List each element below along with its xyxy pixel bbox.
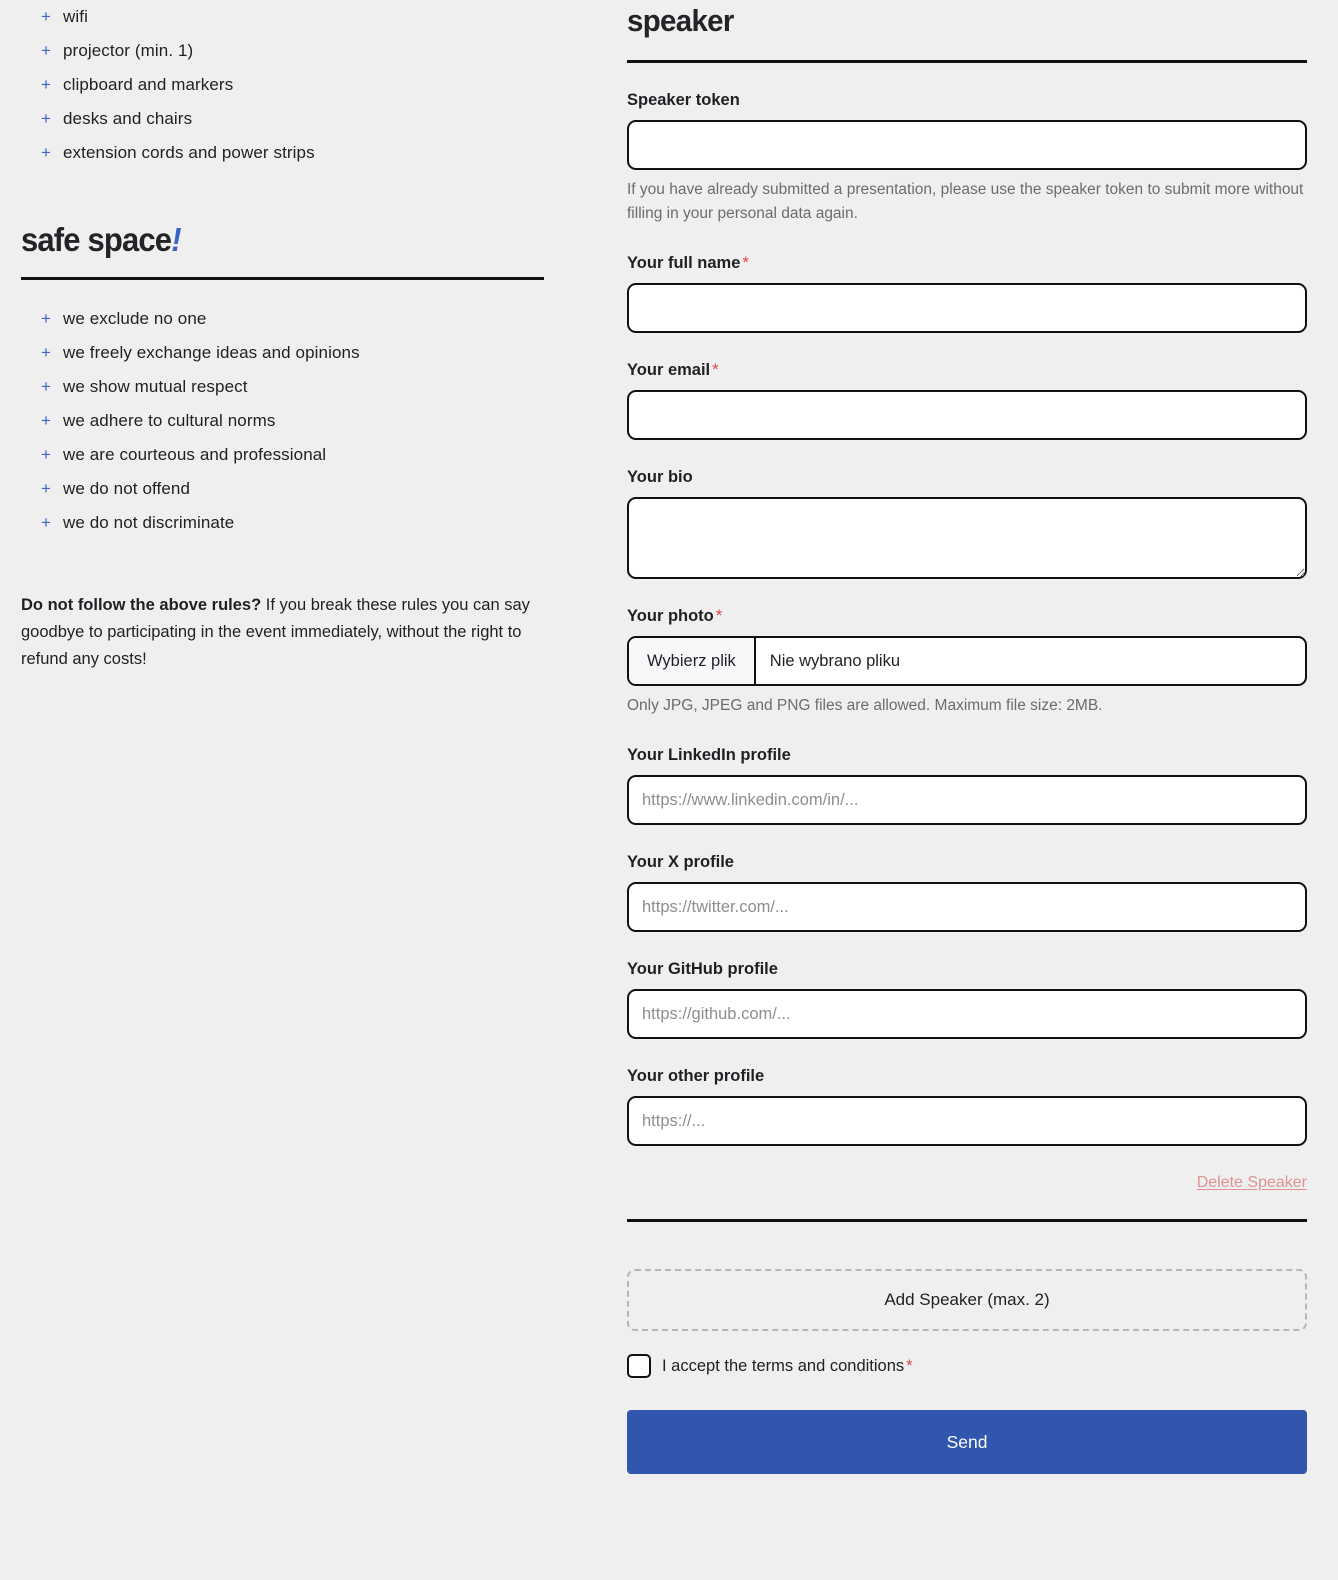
list-item: + we exclude no one [21, 302, 612, 336]
list-item: + wifi [21, 0, 612, 34]
terms-checkbox[interactable] [627, 1354, 651, 1378]
rules-warning-note: Do not follow the above rules? If you br… [21, 592, 537, 673]
terms-label[interactable]: I accept the terms and conditions * [662, 1357, 913, 1376]
list-item-label: we do not offend [63, 479, 190, 498]
full-name-label-text: Your full name [627, 254, 741, 272]
field-linkedin: Your LinkedIn profile [627, 744, 1307, 825]
left-info-column: + wifi + projector (min. 1) + clipboard … [0, 0, 612, 673]
photo-help: Only JPG, JPEG and PNG files are allowed… [627, 697, 1103, 714]
photo-file-input[interactable]: Wybierz plik Nie wybrano pliku [627, 636, 1307, 686]
list-item: + we adhere to cultural norms [21, 404, 612, 438]
x-profile-input[interactable] [627, 882, 1307, 932]
plus-icon: + [41, 309, 52, 328]
rules-warning-question: Do not follow the above rules? [21, 596, 262, 614]
plus-icon: + [41, 513, 52, 532]
speaker-form: speaker Speaker token If you have alread… [612, 0, 1338, 1474]
linkedin-label: Your LinkedIn profile [627, 746, 791, 764]
list-item: + we do not discriminate [21, 506, 612, 540]
list-item-label: we adhere to cultural norms [63, 411, 276, 430]
plus-icon: + [41, 41, 52, 60]
list-item: + we show mutual respect [21, 370, 612, 404]
linkedin-input[interactable] [627, 775, 1307, 825]
delete-speaker-row: Delete Speaker [627, 1174, 1307, 1192]
field-other-profile: Your other profile [627, 1065, 1307, 1146]
selected-file-name: Nie wybrano pliku [769, 651, 901, 670]
field-speaker-token: Speaker token If you have already submit… [627, 89, 1307, 226]
speaker-token-label: Speaker token [627, 91, 740, 109]
other-profile-input[interactable] [627, 1096, 1307, 1146]
safe-space-heading-bang: ! [171, 221, 181, 258]
github-label: Your GitHub profile [627, 960, 778, 978]
safe-space-heading: safe space! [21, 220, 512, 260]
field-bio: Your bio [627, 466, 1307, 579]
delete-speaker-link[interactable]: Delete Speaker [1197, 1174, 1307, 1191]
email-input[interactable] [627, 390, 1307, 440]
full-name-input[interactable] [627, 283, 1307, 333]
bio-label: Your bio [627, 468, 693, 486]
speaker-token-input[interactable] [627, 120, 1307, 170]
field-photo: Your photo * Wybierz plik Nie wybrano pli… [627, 605, 1307, 718]
divider [627, 60, 1307, 63]
plus-icon: + [41, 377, 52, 396]
bio-textarea[interactable] [627, 497, 1307, 579]
list-item-label: we exclude no one [63, 309, 207, 328]
field-x-profile: Your X profile [627, 851, 1307, 932]
add-speaker-button[interactable]: Add Speaker (max. 2) [627, 1269, 1307, 1331]
list-item: + we do not offend [21, 472, 612, 506]
email-label-text: Your email [627, 361, 711, 379]
list-item-label: clipboard and markers [63, 75, 234, 94]
safe-space-list: + we exclude no one + we freely exchange… [21, 302, 612, 540]
plus-icon: + [41, 109, 52, 128]
equipment-list: + wifi + projector (min. 1) + clipboard … [21, 0, 612, 170]
list-item: + desks and chairs [21, 102, 612, 136]
list-item-label: we show mutual respect [63, 377, 248, 396]
full-name-label: Your full name * [627, 252, 1307, 274]
safe-space-heading-text: safe space [21, 221, 172, 258]
list-item: + projector (min. 1) [21, 34, 612, 68]
list-item-label: desks and chairs [63, 109, 193, 128]
plus-icon: + [41, 343, 52, 362]
field-email: Your email * [627, 359, 1307, 440]
list-item: + we freely exchange ideas and opinions [21, 336, 612, 370]
list-item: + clipboard and markers [21, 68, 612, 102]
github-input[interactable] [627, 989, 1307, 1039]
required-marker: * [715, 606, 723, 625]
list-item-label: we freely exchange ideas and opinions [63, 343, 360, 362]
page-title: speaker [627, 3, 734, 38]
list-item: + extension cords and power strips [21, 136, 612, 170]
plus-icon: + [41, 143, 52, 162]
plus-icon: + [41, 479, 52, 498]
plus-icon: + [41, 445, 52, 464]
send-button[interactable]: Send [627, 1410, 1307, 1474]
list-item-label: projector (min. 1) [63, 41, 194, 60]
divider [627, 1219, 1307, 1222]
plus-icon: + [41, 7, 52, 26]
list-item-label: we are courteous and professional [63, 445, 327, 464]
other-profile-label: Your other profile [627, 1067, 765, 1085]
list-item-label: extension cords and power strips [63, 143, 315, 162]
list-item-label: wifi [63, 7, 88, 26]
photo-label-text: Your photo [627, 607, 714, 625]
field-full-name: Your full name * [627, 252, 1307, 333]
list-item-label: we do not discriminate [63, 513, 235, 532]
plus-icon: + [41, 75, 52, 94]
terms-row: I accept the terms and conditions * [627, 1354, 1307, 1378]
email-label: Your email * [627, 359, 1307, 381]
required-marker: * [906, 1356, 913, 1375]
field-github: Your GitHub profile [627, 958, 1307, 1039]
speaker-token-help: If you have already submitted a presenta… [627, 181, 1304, 222]
terms-label-text: I accept the terms and conditions [662, 1356, 905, 1375]
speaker-registration-page: + wifi + projector (min. 1) + clipboard … [0, 0, 1338, 1580]
required-marker: * [712, 360, 719, 379]
x-profile-label: Your X profile [627, 853, 734, 871]
photo-label: Your photo * [627, 605, 1307, 627]
plus-icon: + [41, 411, 52, 430]
list-item: + we are courteous and professional [21, 438, 612, 472]
choose-file-button[interactable]: Wybierz plik [629, 638, 756, 684]
safe-space-section-header: safe space! [21, 220, 612, 280]
divider [21, 277, 544, 280]
required-marker: * [742, 253, 749, 272]
